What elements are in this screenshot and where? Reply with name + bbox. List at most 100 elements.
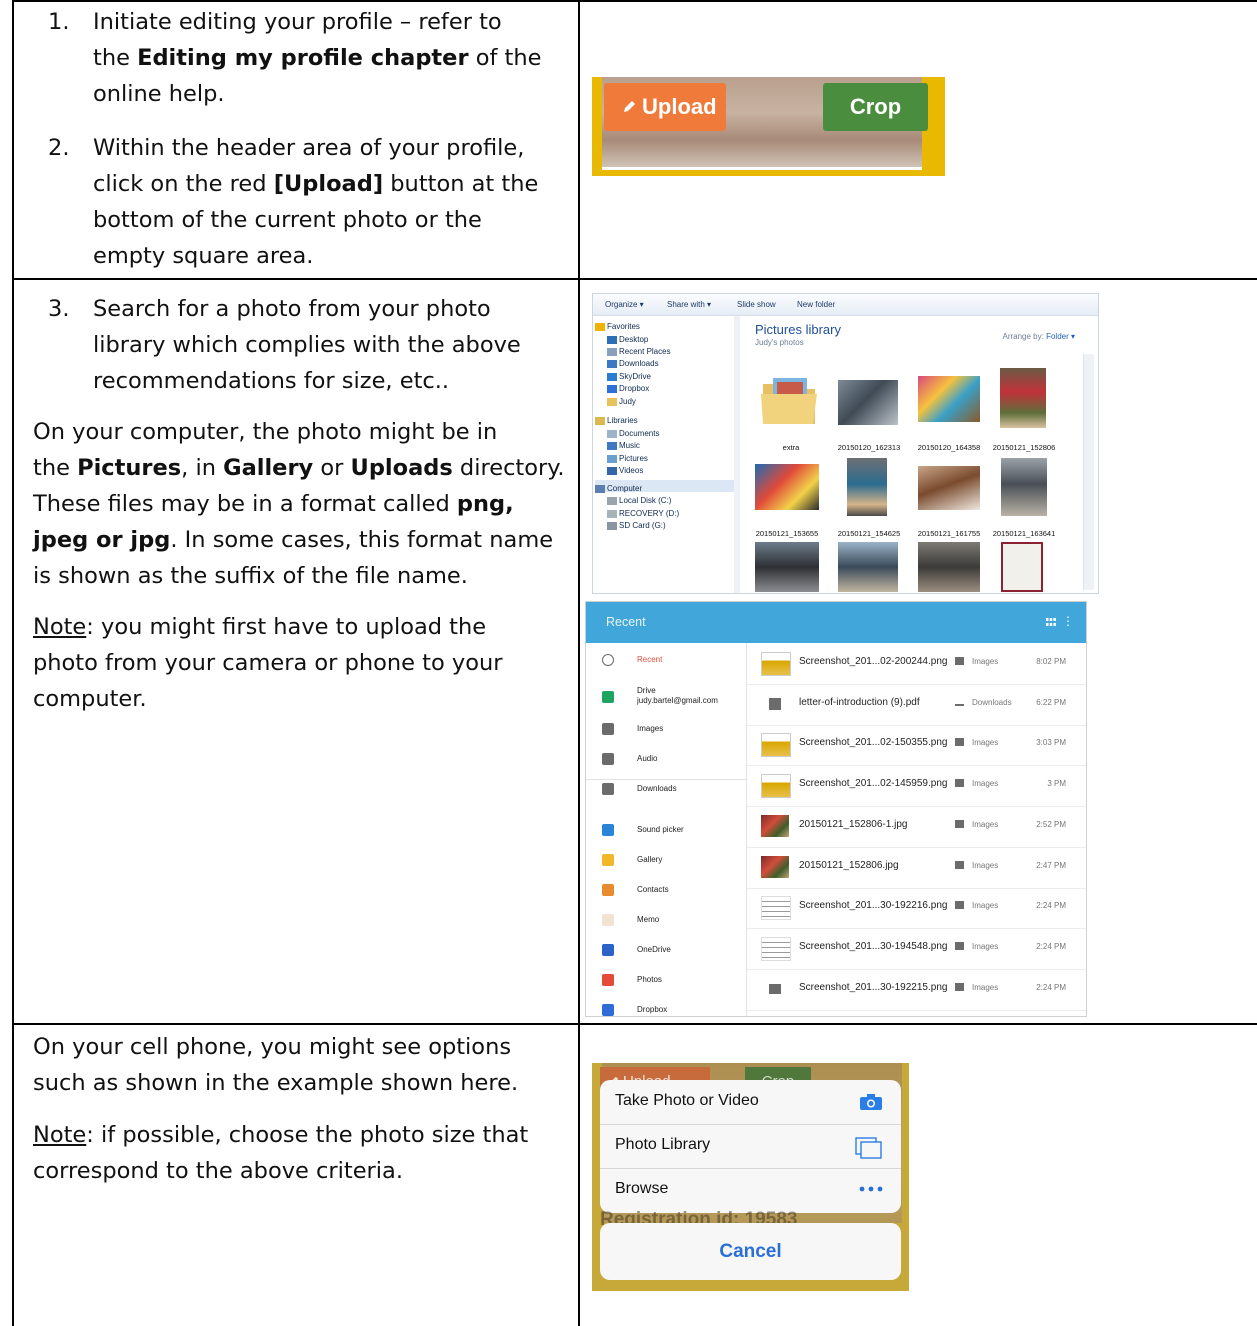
photo-thumbnail[interactable]: [838, 542, 898, 592]
share-with-menu[interactable]: Share with ▾: [667, 300, 711, 309]
new-folder-button[interactable]: New folder: [797, 300, 835, 309]
cancel-button[interactable]: Cancel: [600, 1223, 901, 1280]
overflow-menu-icon[interactable]: ⋮: [1062, 615, 1074, 627]
drawer-item-account: judy.bartel@gmail.com: [637, 696, 718, 705]
dropbox-icon: [607, 385, 617, 393]
drawer-item-contacts[interactable]: Contacts: [586, 875, 746, 905]
drawer-item-memo[interactable]: Memo: [586, 905, 746, 935]
take-photo-option[interactable]: Take Photo or Video: [600, 1080, 901, 1125]
photo-thumbnail[interactable]: [918, 466, 980, 510]
library-title: Pictures library: [755, 322, 841, 337]
file-time: 2:24 PM: [1036, 901, 1066, 911]
audio-icon: [602, 753, 614, 765]
nav-item-favorites[interactable]: Favorites: [607, 322, 640, 331]
recent-file-row[interactable]: 20150121_152806-1.jpg Images 2:52 PM: [747, 806, 1086, 848]
drawer-item-onedrive[interactable]: OneDrive: [586, 935, 746, 965]
sdcard-icon: [607, 522, 617, 530]
recent-file-row[interactable]: letter-of-introduction (9).pdf Downloads 6…: [747, 684, 1086, 726]
drawer-item-label: OneDrive: [637, 945, 671, 954]
drawer-item-drive[interactable]: Drive judy.bartel@gmail.com: [586, 682, 746, 712]
organize-menu[interactable]: Organize ▾: [605, 300, 644, 309]
folder-icon: [607, 398, 617, 406]
slide-show-button[interactable]: Slide show: [737, 300, 776, 309]
image-icon: [955, 982, 964, 991]
photo-library-option[interactable]: Photo Library: [600, 1124, 901, 1169]
more-icon: [859, 1186, 883, 1192]
file-category: Images: [955, 738, 998, 747]
photo-thumbnail[interactable]: [1001, 458, 1047, 516]
recent-file-row[interactable]: Screenshot_201...02-150355.png Images 3:03…: [747, 724, 1086, 767]
computer-icon: [595, 485, 605, 493]
nav-item-music[interactable]: Music: [619, 441, 640, 450]
upload-button[interactable]: Upload: [604, 83, 726, 131]
drive-icon: [607, 510, 617, 518]
explorer-scrollbar[interactable]: [1083, 354, 1094, 590]
nav-item-sd-card-g[interactable]: SD Card (G:): [619, 521, 666, 530]
drawer-item-downloads[interactable]: Downloads: [586, 774, 746, 804]
image-icon: [955, 941, 964, 950]
recent-file-row[interactable]: Screenshot_201...02-200244.png Images 8:02…: [747, 643, 1086, 685]
nav-item-pictures[interactable]: Pictures: [619, 454, 648, 463]
drawer-item-audio[interactable]: Audio: [586, 744, 746, 774]
upload-note-paragraph: Note: you might first have to upload the…: [33, 614, 503, 712]
grid-view-icon[interactable]: [1046, 618, 1056, 626]
desktop-icon: [607, 336, 617, 344]
drawer-item-label: Drive judy.bartel@gmail.com: [637, 686, 718, 706]
nav-item-local-disk-c[interactable]: Local Disk (C:): [619, 496, 671, 505]
nav-item-videos[interactable]: Videos: [619, 466, 643, 475]
crop-button[interactable]: Crop: [823, 83, 928, 131]
nav-item-computer[interactable]: Computer: [607, 484, 642, 493]
nav-item-recent-places[interactable]: Recent Places: [619, 347, 671, 356]
drawer-item-images[interactable]: Images: [586, 714, 746, 744]
upload-crop-screenshot: Upload Crop: [592, 77, 945, 176]
folder-thumbnail-extra[interactable]: [759, 374, 821, 426]
drawer-item-sound-picker[interactable]: Sound picker: [586, 815, 746, 845]
recent-file-row[interactable]: Screenshot_201...30-192216.png Images 2:24…: [747, 887, 1086, 930]
photo-thumbnail[interactable]: [918, 376, 980, 422]
pane-splitter[interactable]: [734, 316, 740, 593]
nav-item-judy[interactable]: Judy: [619, 397, 636, 406]
file-category: Downloads: [955, 698, 1012, 707]
image-icon: [955, 901, 964, 910]
star-icon: [595, 323, 605, 331]
nav-item-libraries[interactable]: Libraries: [607, 416, 638, 425]
photo-thumbnail[interactable]: [838, 380, 898, 425]
drawer-item-photos[interactable]: Photos: [586, 965, 746, 995]
file-category-label: Images: [972, 819, 999, 829]
picker-title: Recent: [606, 615, 646, 629]
photo-thumbnail[interactable]: [755, 542, 819, 592]
library-subtitle: Judy's photos: [755, 338, 804, 347]
recent-file-row[interactable]: Screenshot_201...30-192215.png Images 2:24…: [747, 969, 1086, 1011]
nav-item-skydrive[interactable]: SkyDrive: [619, 372, 651, 381]
arrange-by[interactable]: Arrange by: Folder ▾: [1002, 332, 1075, 341]
browse-option[interactable]: Browse: [600, 1168, 901, 1212]
nav-item-dropbox[interactable]: Dropbox: [619, 384, 649, 393]
photo-thumbnail[interactable]: [1000, 368, 1046, 428]
file-category-label: Images: [972, 982, 999, 992]
nav-item-downloads[interactable]: Downloads: [619, 359, 659, 368]
nav-item-desktop[interactable]: Desktop: [619, 335, 648, 344]
drawer-item-recent[interactable]: Recent: [586, 645, 746, 675]
recent-file-row[interactable]: Screenshot_201...02-145959.png Images 3 PM: [747, 765, 1086, 808]
photo-thumbnail[interactable]: [847, 458, 887, 516]
nav-item-documents[interactable]: Documents: [619, 429, 659, 438]
file-category-label: Downloads: [972, 697, 1012, 707]
thumbnail-caption: 20150121_161755: [917, 529, 981, 538]
drawer-item-gallery[interactable]: Gallery: [586, 845, 746, 875]
photo-thumbnail[interactable]: [755, 464, 819, 510]
file-category: Images: [955, 982, 999, 992]
drawer-item-dropbox[interactable]: Dropbox: [586, 995, 746, 1016]
image-icon: [955, 779, 964, 788]
recent-file-row[interactable]: 20150121_152806.jpg Images 2:47 PM: [747, 847, 1086, 889]
step2-text: Within the header area of your profile, …: [93, 135, 539, 269]
file-time: 6:22 PM: [1036, 697, 1066, 707]
nav-item-recovery-d[interactable]: RECOVERY (D:): [619, 509, 679, 518]
recent-file-row[interactable]: Screenshot_201...30-194548.png Images 2:24…: [747, 928, 1086, 970]
file-category: Images: [955, 901, 998, 910]
thumbnail-caption: 20150120_164358: [917, 443, 981, 452]
document-thumbnail: [761, 896, 791, 921]
photo-thumbnail[interactable]: [918, 542, 980, 592]
downloads-folder-icon: [607, 360, 617, 368]
photo-thumbnail[interactable]: [1001, 542, 1043, 592]
drawer-item-label: Sound picker: [637, 825, 684, 834]
